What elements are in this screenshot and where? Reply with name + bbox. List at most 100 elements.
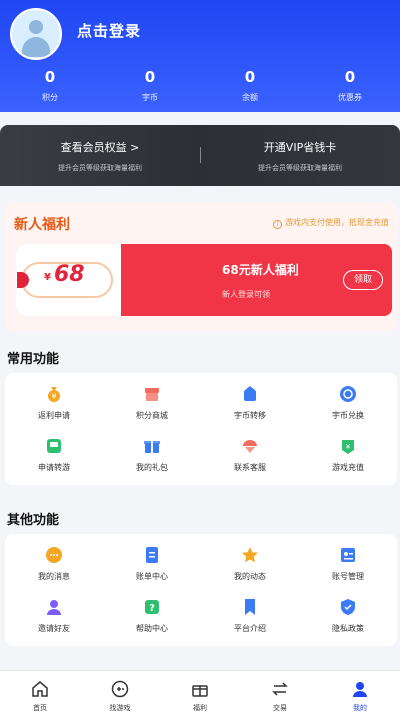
stat-label: 积分 [42, 93, 58, 102]
stat-value: 0 [344, 68, 356, 86]
avatar-body-shape [22, 37, 50, 57]
svg-text:?: ? [149, 603, 155, 614]
function-label: 账单中心 [136, 572, 168, 581]
function-label: 我的礼包 [136, 463, 168, 472]
function-label: 宇币转移 [234, 411, 266, 420]
claim-button[interactable]: 领取 [343, 270, 383, 290]
gamepad-icon [111, 680, 129, 698]
other-functions-grid: 我的消息 账单中心 我的动态 账号管理 邀请好友? 帮助中心 平台介绍 隐私政策 [5, 534, 397, 646]
welfare-note-text: 游戏内支付使用，抵现金充值 [285, 218, 389, 227]
function-label: 游戏充值 [332, 463, 364, 472]
welfare-icon [191, 680, 209, 698]
function-label: 联系客服 [234, 463, 266, 472]
shop-icon [143, 385, 161, 403]
bill-icon [143, 546, 161, 564]
function-item[interactable]: 宇币兑换 [299, 377, 397, 429]
nav-item-trade[interactable]: 交易 [240, 671, 320, 715]
function-label: 我的动态 [234, 572, 266, 581]
function-item[interactable]: 我的礼包 [103, 429, 201, 481]
account-card-icon [339, 546, 357, 564]
vip-card-link[interactable]: 开通VIP省钱卡 提升会员等级获取海量福利 [200, 125, 400, 186]
transfer-icon [241, 385, 259, 403]
function-item[interactable]: ¥ 返利申请 [5, 377, 103, 429]
stat-points[interactable]: 0 积分 [0, 68, 100, 103]
function-label: 平台介绍 [234, 624, 266, 633]
function-label: 宇币兑换 [332, 411, 364, 420]
function-label: 账号管理 [332, 572, 364, 581]
vip-right-subtitle: 提升会员等级获取海量福利 [258, 164, 342, 172]
function-item[interactable]: 申请转游 [5, 429, 103, 481]
user-icon [351, 680, 369, 698]
exchange-icon [339, 385, 357, 403]
common-functions-grid: ¥ 返利申请 积分商城 宇币转移 宇币兑换申请转游 我的礼包 联系客服 ¥ 游戏充值 [5, 373, 397, 485]
stat-label: 优惠券 [338, 93, 362, 102]
nav-item-welfare[interactable]: 福利 [160, 671, 240, 715]
svg-text:¥: ¥ [51, 392, 56, 401]
function-item[interactable]: ? 帮助中心 [103, 590, 201, 642]
function-item[interactable]: 联系客服 [201, 429, 299, 481]
vip-divider [200, 147, 201, 163]
stat-coupons[interactable]: 0 优惠券 [300, 68, 400, 103]
function-item[interactable]: 宇币转移 [201, 377, 299, 429]
nav-item-home[interactable]: 首页 [0, 671, 80, 715]
function-item[interactable]: 积分商城 [103, 377, 201, 429]
function-item[interactable]: 我的动态 [201, 538, 299, 590]
star-icon [241, 546, 259, 564]
stat-label: 宇币 [142, 93, 158, 102]
stat-value: 0 [44, 68, 56, 86]
function-label: 邀请好友 [38, 624, 70, 633]
recharge-icon: ¥ [339, 437, 357, 455]
vip-banner: 查看会员权益 > 提升会员等级获取海量福利 开通VIP省钱卡 提升会员等级获取海… [0, 125, 400, 186]
nav-item-user[interactable]: 我的 [320, 671, 400, 715]
function-item[interactable]: 邀请好友 [5, 590, 103, 642]
function-item[interactable]: 我的消息 [5, 538, 103, 590]
avatar-head-shape [29, 20, 43, 34]
stat-value: 0 [244, 68, 256, 86]
gift-icon [143, 437, 161, 455]
home-icon [31, 680, 49, 698]
function-label: 积分商城 [136, 411, 168, 420]
svg-text:¥: ¥ [346, 443, 351, 451]
function-label: 我的消息 [38, 572, 70, 581]
trade-icon [271, 680, 289, 698]
invite-icon [45, 598, 63, 616]
member-benefits-link[interactable]: 查看会员权益 > 提升会员等级获取海量福利 [0, 125, 200, 186]
function-item[interactable]: 平台介绍 [201, 590, 299, 642]
coupon-amount: 68 [54, 262, 85, 287]
function-label: 隐私政策 [332, 624, 364, 633]
function-label: 帮助中心 [136, 624, 168, 633]
function-item[interactable]: ¥ 游戏充值 [299, 429, 397, 481]
bookmark-icon [241, 598, 259, 616]
help-icon: ? [143, 598, 161, 616]
bottom-navigation: 首页 找游戏 福利 交易 我的 [0, 670, 400, 715]
stats-row: 0 积分 0 宇币 0 余额 0 优惠券 [0, 68, 400, 103]
stat-coins[interactable]: 0 宇币 [100, 68, 200, 103]
coupon-card[interactable]: ¥ 68 68元新人福利 新人登录可领 领取 [16, 244, 392, 316]
money-bag-icon: ¥ [45, 385, 63, 403]
nav-label: 找游戏 [109, 704, 131, 712]
function-label: 申请转游 [38, 463, 70, 472]
welfare-title: 新人福利 [14, 217, 70, 233]
coupon-currency: ¥ [44, 272, 51, 283]
message-icon [45, 546, 63, 564]
function-item[interactable]: 隐私政策 [299, 590, 397, 642]
nav-label: 福利 [193, 704, 207, 712]
login-link[interactable]: 点击登录 [77, 20, 141, 41]
nav-label: 首页 [33, 704, 47, 712]
function-item[interactable]: 账单中心 [103, 538, 201, 590]
info-icon: i [273, 220, 282, 229]
other-functions-title: 其他功能 [7, 513, 60, 528]
function-item[interactable]: 账号管理 [299, 538, 397, 590]
new-user-welfare-card: 新人福利 i 游戏内支付使用，抵现金充值 ¥ 68 68元新人福利 新人登录可领 … [5, 203, 397, 331]
coupon-title: 68元新人福利 [222, 263, 299, 277]
common-functions-title: 常用功能 [7, 352, 60, 367]
shield-icon [339, 598, 357, 616]
nav-label: 交易 [273, 704, 287, 712]
avatar[interactable] [10, 8, 62, 60]
nav-item-gamepad[interactable]: 找游戏 [80, 671, 160, 715]
vip-right-title: 开通VIP省钱卡 [263, 141, 337, 154]
stat-balance[interactable]: 0 余额 [200, 68, 300, 103]
nav-label: 我的 [353, 704, 367, 712]
stat-value: 0 [144, 68, 156, 86]
welfare-note: i 游戏内支付使用，抵现金充值 [273, 217, 389, 229]
